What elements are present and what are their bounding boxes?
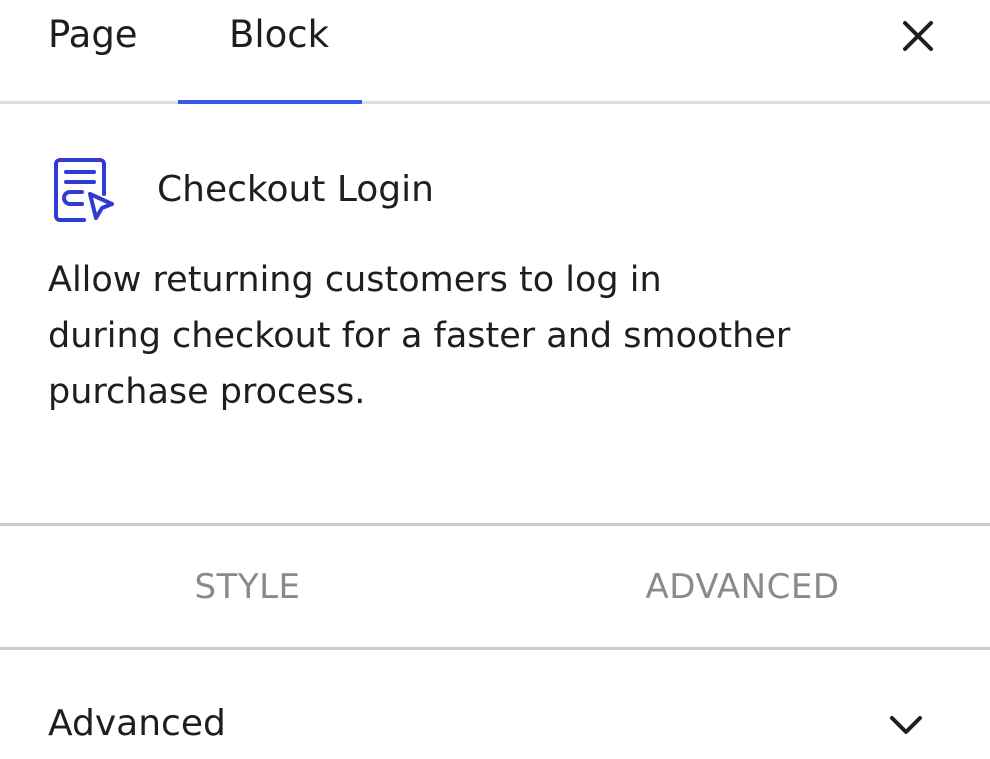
checkout-login-icon xyxy=(54,158,114,222)
block-description-line: during checkout for a faster and smoothe… xyxy=(48,316,791,356)
block-description: Allow returning customers to log in duri… xyxy=(48,252,828,420)
sidebar-header: Page Block xyxy=(0,0,990,104)
tab-page[interactable]: Page xyxy=(48,0,138,104)
tab-page-label: Page xyxy=(48,13,138,56)
block-title: Checkout Login xyxy=(157,169,434,210)
block-card: Checkout Login Allow returning customers… xyxy=(0,104,990,526)
tab-advanced[interactable]: ADVANCED xyxy=(495,526,990,647)
chevron-down-icon xyxy=(890,716,922,734)
advanced-panel-title: Advanced xyxy=(48,703,226,744)
advanced-panel-toggle[interactable]: Advanced xyxy=(0,650,990,759)
close-icon xyxy=(903,21,933,51)
block-settings-panel: Page Block Checkout Login Allow returnin… xyxy=(0,0,990,759)
block-description-line: Allow returning customers to log in xyxy=(48,260,662,300)
tab-style-label: STYLE xyxy=(194,566,301,607)
block-description-line: purchase process. xyxy=(48,372,366,412)
close-button[interactable] xyxy=(896,14,940,58)
tab-style[interactable]: STYLE xyxy=(0,526,495,647)
tab-block[interactable]: Block xyxy=(178,0,362,104)
tab-block-label: Block xyxy=(229,13,330,56)
tab-advanced-label: ADVANCED xyxy=(645,566,840,607)
inspector-tabs: STYLE ADVANCED xyxy=(0,526,990,650)
